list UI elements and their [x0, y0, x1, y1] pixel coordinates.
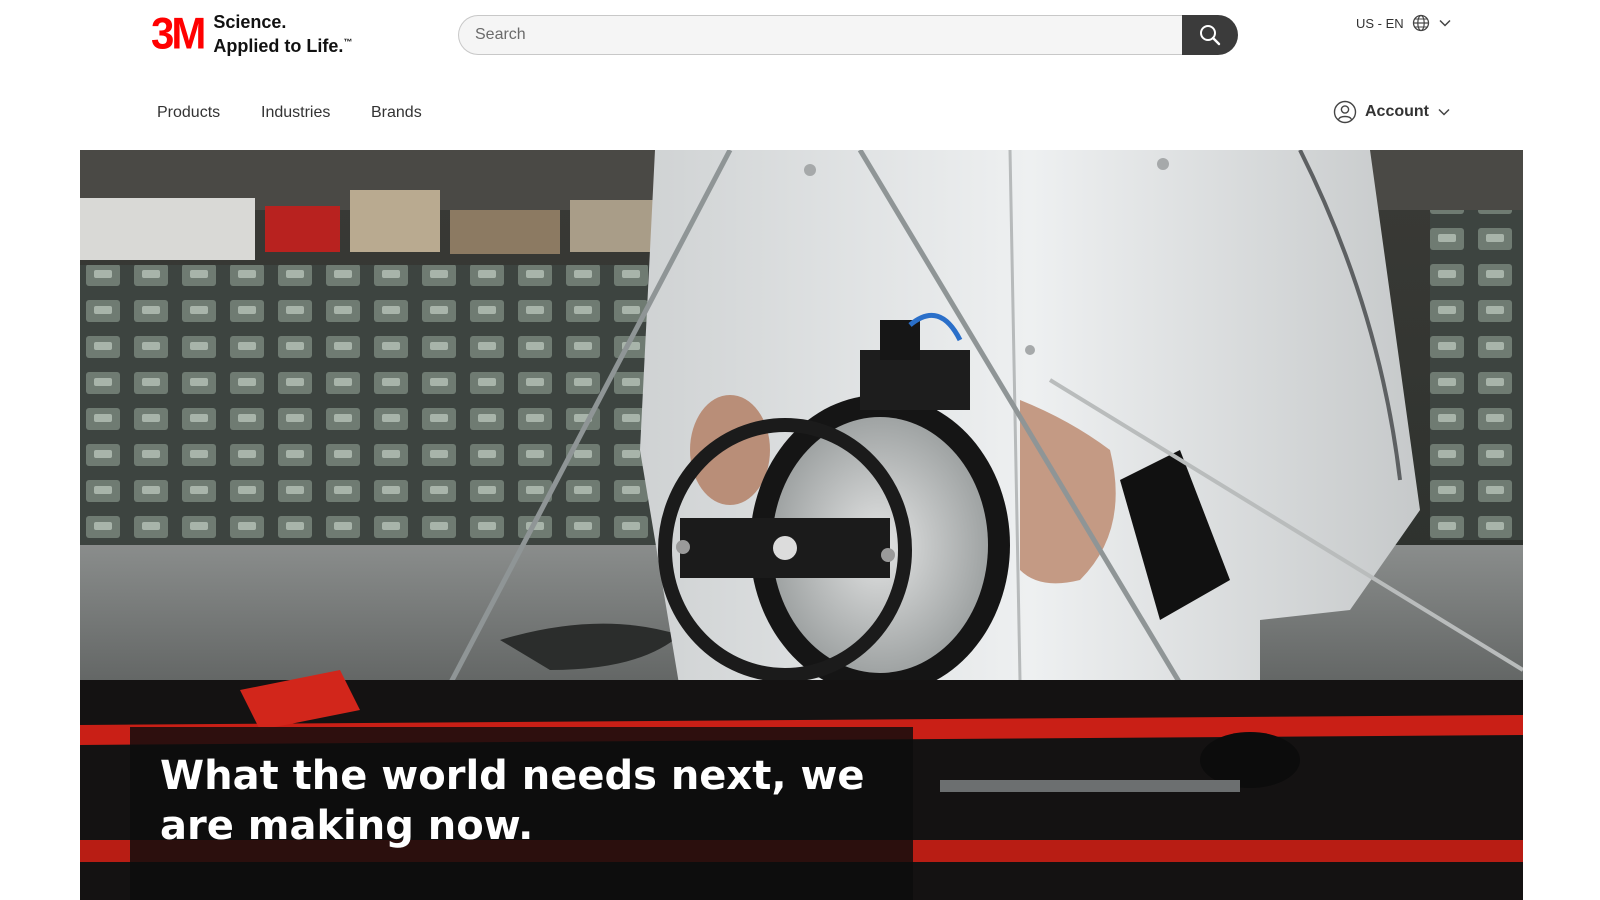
- locale-selector[interactable]: US - EN: [1356, 14, 1452, 32]
- nav-item-industries[interactable]: Industries: [261, 104, 330, 122]
- search-button[interactable]: [1182, 15, 1238, 55]
- tagline-line-2: Applied to Life.™: [213, 32, 352, 56]
- chevron-down-icon: [1439, 19, 1451, 27]
- account-label: Account: [1365, 103, 1429, 120]
- logo-mark: 3M: [151, 8, 206, 59]
- hero-banner[interactable]: What the world needs next, we are making…: [80, 150, 1523, 900]
- globe-icon: [1412, 14, 1429, 32]
- hero-caption: What the world needs next, we are making…: [130, 727, 913, 900]
- search-icon: [1200, 25, 1221, 46]
- logo-tagline: Science. Applied to Life.™: [213, 12, 352, 56]
- search-bar: [458, 15, 1238, 55]
- user-icon: [1333, 100, 1357, 124]
- tagline-line-2-text: Applied to Life.: [213, 36, 344, 56]
- trademark-symbol: ™: [343, 37, 353, 47]
- locale-label: US - EN: [1356, 15, 1404, 31]
- nav-item-brands[interactable]: Brands: [371, 104, 422, 122]
- tagline-line-1: Science.: [213, 12, 287, 32]
- hero-headline: What the world needs next, we are making…: [160, 753, 865, 849]
- main-nav: Products Industries Brands Account: [0, 90, 1600, 134]
- chevron-down-icon: [1438, 108, 1450, 116]
- account-menu[interactable]: Account: [1333, 100, 1451, 124]
- search-input[interactable]: [458, 15, 1182, 55]
- nav-item-products[interactable]: Products: [157, 104, 220, 122]
- site-header: 3M Science. Applied to Life.™ US - EN: [0, 0, 1600, 72]
- brand-logo[interactable]: 3M Science. Applied to Life.™: [151, 8, 352, 59]
